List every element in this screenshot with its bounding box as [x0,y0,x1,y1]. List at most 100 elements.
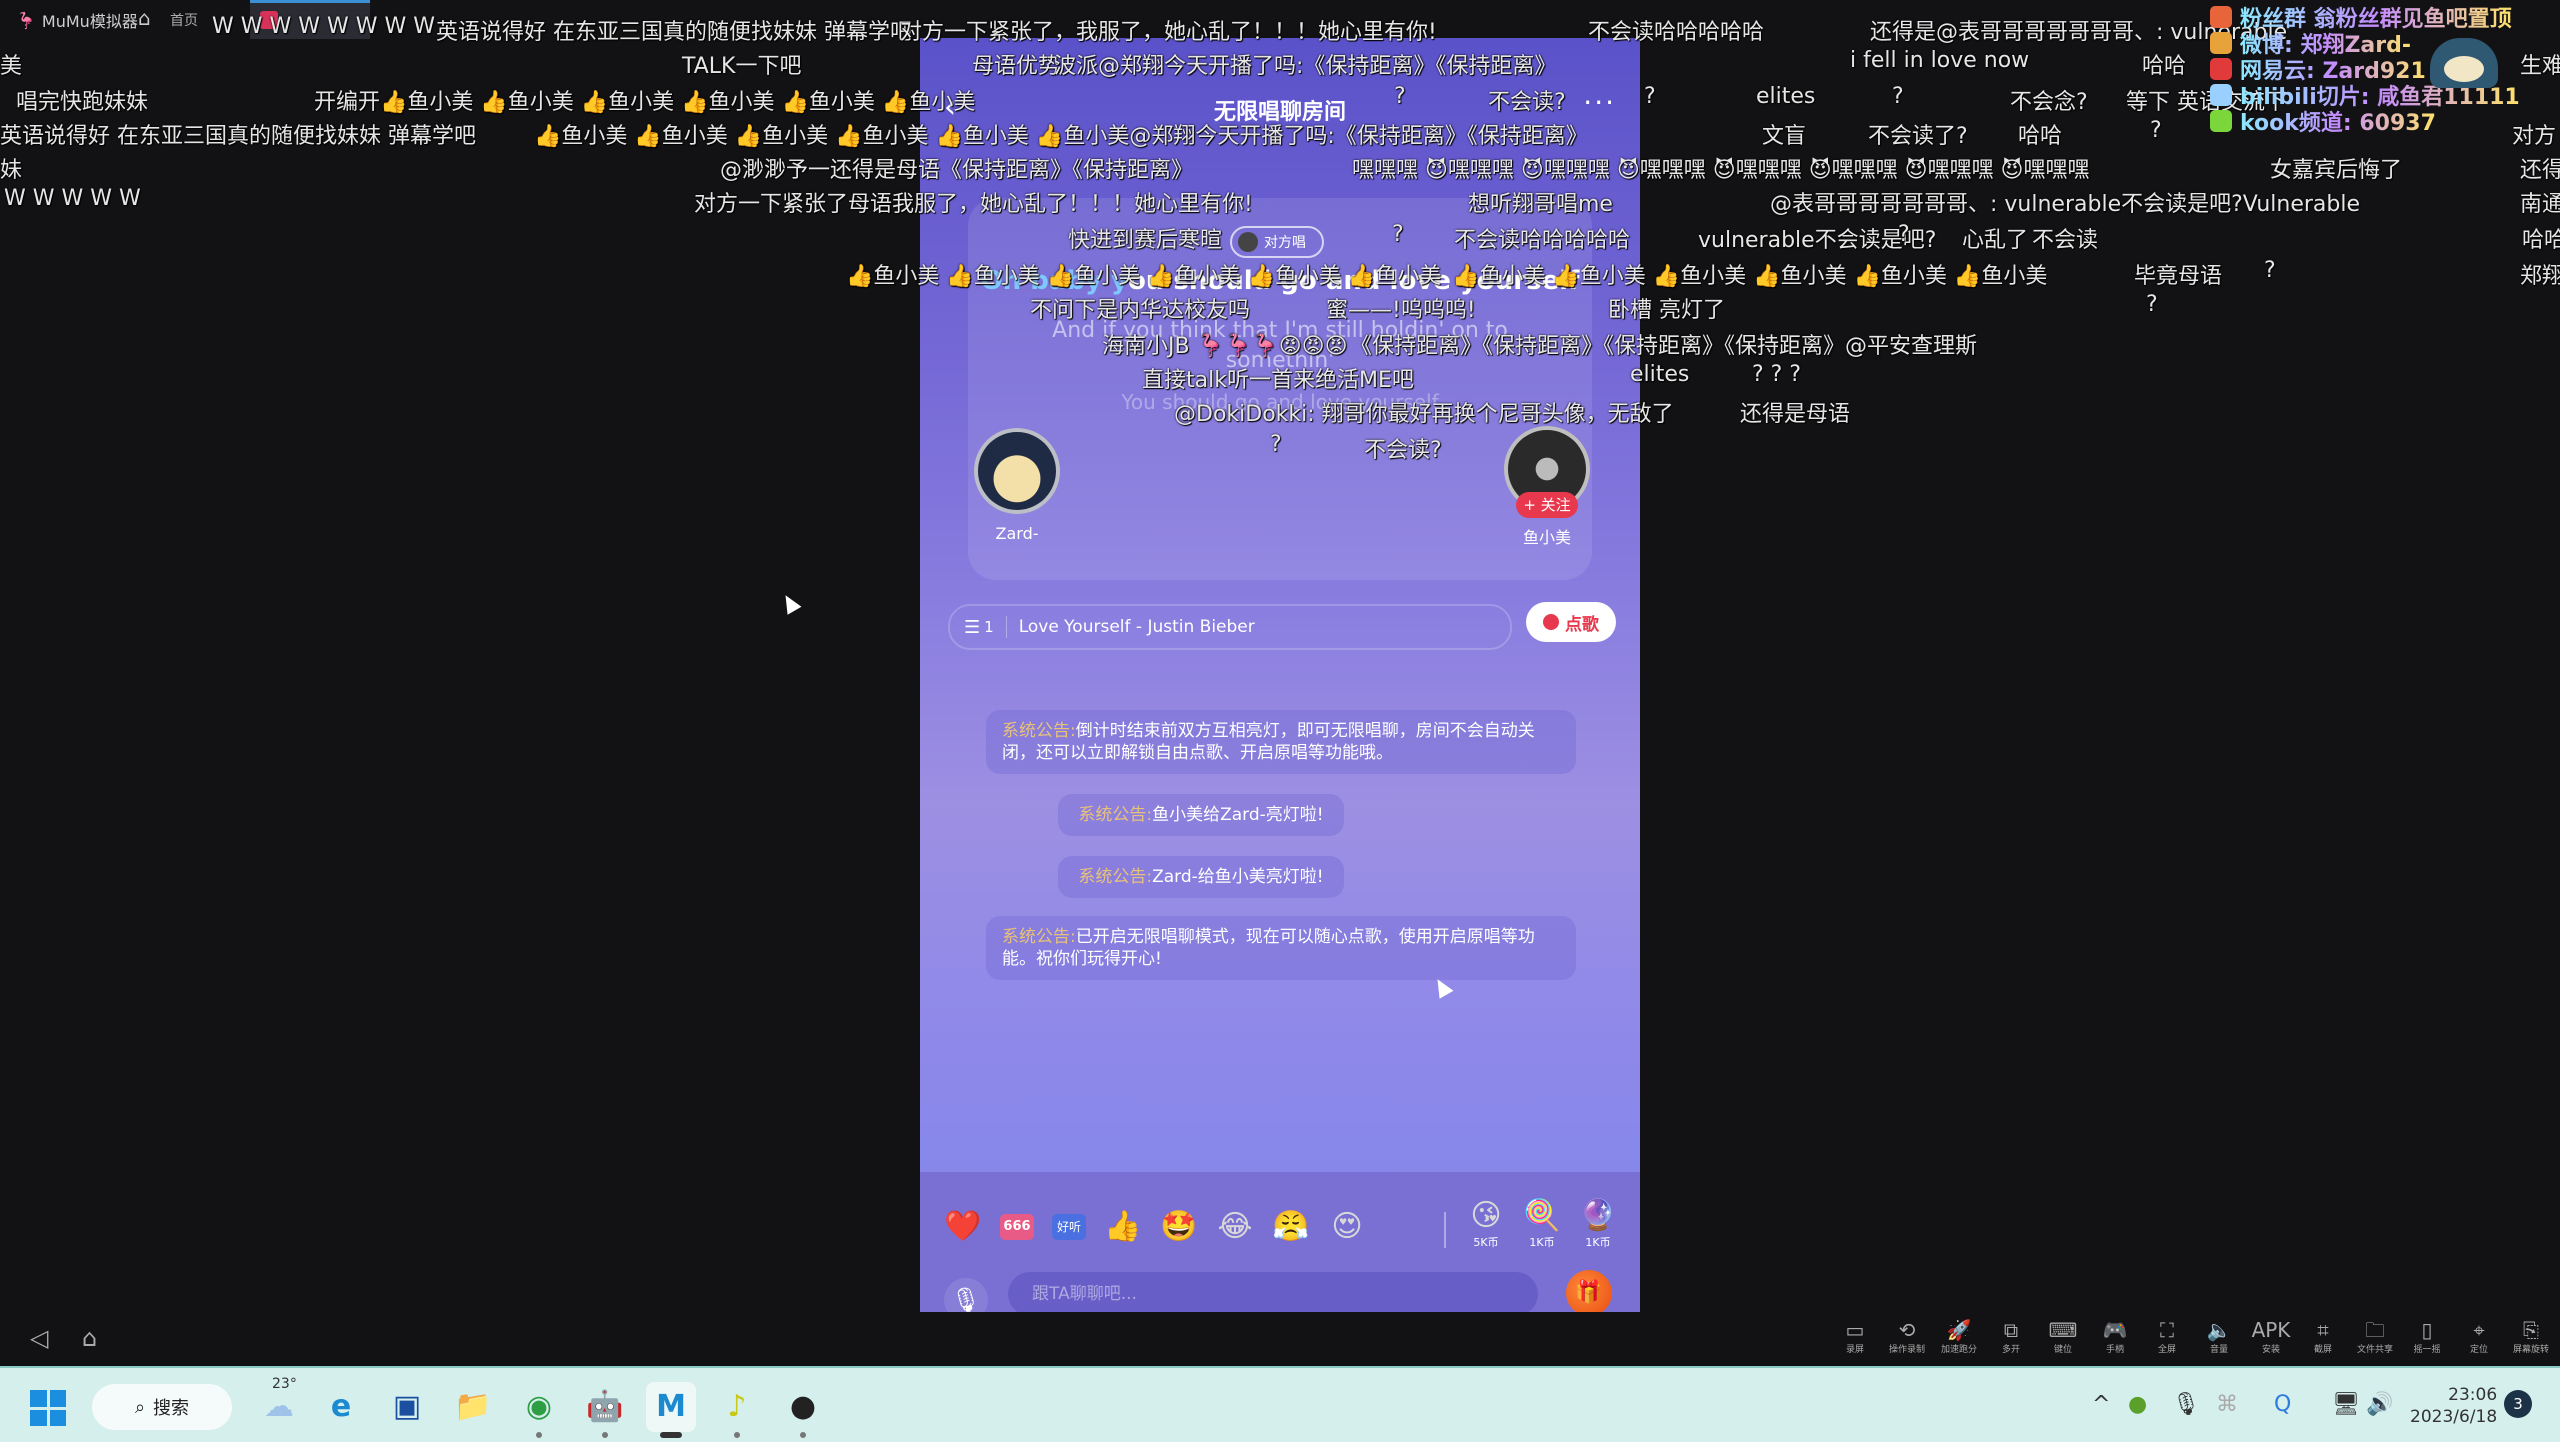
home-tab-label[interactable]: 首页 [170,10,198,30]
star-eyes-icon[interactable]: 🤩 [1160,1208,1198,1246]
toolbar-multi-button[interactable]: ⧉ 多开 [1990,1318,2032,1355]
gift-item[interactable]: 😘 5K币 [1464,1198,1508,1250]
danmaku-comment: ? [1392,222,1404,247]
clock-time: 23:06 [2448,1385,2498,1405]
emulator-toolbar: ▭ 录屏 ⟲ 操作录制 🚀 加速跑分 ⧉ 多开 ⌨ 键位 🎮 手柄 ⛶ 全屏 🔈 音量 APK 安装 ⌗ 截屏 🗀 文件共… [1834,1318,2552,1355]
shake-icon: ▯ [2421,1318,2433,1342]
gift-item[interactable]: 🔮 1K币 [1576,1198,1620,1250]
danmaku-comment: @渺渺予一还得是母语《保持距离》《保持距离》 [720,158,1194,183]
back-nav-icon[interactable]: ◁ [30,1324,48,1352]
tray-expand-chevron-icon[interactable]: ^ [2092,1392,2110,1417]
gift-item[interactable]: 🍭 1K币 [1520,1198,1564,1250]
home-icon[interactable]: ⌂ [138,6,151,30]
666-sticker-icon[interactable]: 666 [1000,1214,1034,1240]
toolbar-label: 手柄 [2105,1345,2124,1355]
system-clock[interactable]: 23:06 2023/6/18 [2410,1384,2497,1428]
danmaku-comment: 毕竟母语 [2134,264,2223,289]
toolbar-file-share-button[interactable]: 🗀 文件共享 [2354,1318,2396,1355]
file-explorer-icon[interactable]: 📁 [448,1382,498,1432]
toolbar-macro-button[interactable]: ⟲ 操作录制 [1886,1318,1928,1355]
toolbar-gamepad-button[interactable]: 🎮 手柄 [2094,1318,2136,1355]
danmaku-comment: W W W W W [4,186,141,211]
toolbar-install-apk-button[interactable]: APK 安装 [2250,1318,2292,1355]
danmaku-comment: 还得是母语 [1740,402,1851,427]
tray-app-q-icon[interactable]: Q [2274,1392,2291,1417]
danmaku-comment: 不会读 [2032,228,2099,253]
explorer-glyph: 📁 [454,1389,492,1424]
gift-price: 1K币 [1529,1236,1555,1249]
install-apk-icon: APK [2251,1318,2291,1342]
song-queue-bar[interactable]: ☰ 1 Love Yourself - Justin Bieber [948,604,1512,650]
home-nav-icon[interactable]: ⌂ [82,1324,97,1352]
group-icon [2210,6,2232,28]
windows-start-button[interactable] [30,1390,66,1426]
toolbar-speedup-button[interactable]: 🚀 加速跑分 [1938,1318,1980,1355]
weather-glyph: ☁ [264,1389,294,1424]
chat-input[interactable] [1008,1272,1538,1312]
weather-icon[interactable]: ☁ [254,1382,304,1432]
thumbs-up-icon[interactable]: 👍 [1104,1208,1142,1246]
running-indicator [602,1432,608,1438]
laugh-tears-icon[interactable]: 😂 [1216,1208,1254,1246]
microsoft-store-icon[interactable]: ▣ [382,1382,432,1432]
heart-icon[interactable]: ❤️ [944,1208,982,1246]
notice-text: 倒计时结束前双方互相亮灯，即可无限唱聊，房间不会自动关闭，还可以立即解锁自由点歌… [1002,721,1535,763]
taskbar-search[interactable]: ⌕ 搜索 [92,1384,232,1430]
danmaku-comment: i fell in love now [1850,48,2030,73]
chrome-icon[interactable]: ◉ [514,1382,564,1438]
toolbar-volume-button[interactable]: 🔈 音量 [2198,1318,2240,1355]
heart-eyes-icon[interactable]: 😍 [1328,1208,1366,1246]
tray-qq-music-icon[interactable]: ● [2128,1392,2147,1417]
info-row-kook: kook频道: 60937 [2210,108,2550,136]
tray-network-icon[interactable]: 🖥 [2332,1392,2360,1417]
voice-input-button[interactable]: 🎙 [944,1278,988,1312]
frustrated-face-icon[interactable]: 😤 [1272,1208,1310,1246]
toolbar-shake-button[interactable]: ▯ 摇一摇 [2406,1318,2448,1355]
tray-microphone-icon[interactable]: 🎙 [2172,1392,2200,1417]
left-singer-name: Zard- [995,524,1039,543]
danmaku-comment: ? [2146,292,2158,317]
mumu-icon[interactable]: M [646,1382,696,1438]
order-song-button[interactable]: 点歌 [1526,602,1616,642]
mumu-glyph: M [656,1389,686,1424]
danmaku-comment: 不会读? [1364,438,1442,463]
emulator-nav: ◁ ⌂ [0,1324,200,1358]
divider [1444,1212,1446,1248]
android-emulator-icon[interactable]: 🤖 [580,1382,630,1438]
crystal-ball-gift-icon: 🔮 [1579,1198,1617,1233]
notification-badge[interactable]: 3 [2504,1390,2532,1418]
good-listen-sticker-icon[interactable]: 好听 [1052,1214,1086,1240]
toolbar-keymap-button[interactable]: ⌨ 键位 [2042,1318,2084,1355]
toolbar-label: 文件共享 [2356,1345,2393,1355]
fullscreen-icon: ⛶ [2160,1318,2174,1342]
danmaku-comment: 👍鱼小美 👍鱼小美 👍鱼小美 👍鱼小美 👍鱼小美 👍鱼小美 [1452,264,2048,289]
danmaku-comment: 对方一下紧张了，我服了，她心乱了！！！她心里有你! [900,20,1437,45]
danmaku-comment: 英语说得好 在东亚三国真的随便找妹妹 弹幕学吧 [436,20,912,45]
danmaku-comment: @表哥哥哥哥哥哥哥、: vulnerable不会读是吧?Vulnerable [1770,192,2361,217]
qq-music-icon[interactable]: ♪ [712,1382,762,1438]
gift-button[interactable]: 🎁 [1566,1270,1612,1312]
tray-volume-icon[interactable]: 🔊 [2366,1392,2393,1417]
queue-count: 1 [984,618,994,636]
system-notice: 系统公告:已开启无限唱聊模式，现在可以随心点歌，使用开启原唱等功能。祝你们玩得开… [986,916,1576,980]
keymap-icon: ⌨ [2048,1318,2078,1342]
gift-price: 5K币 [1473,1236,1499,1249]
danmaku-comment: 不会读? [1488,90,1566,115]
edge-browser-icon[interactable]: e [316,1382,366,1432]
more-options-button[interactable]: ··· [1583,86,1616,119]
left-singer-avatar[interactable] [974,428,1060,514]
toolbar-rotate-button[interactable]: ⎘ 屏幕旋转 [2510,1318,2552,1355]
danmaku-comment: 蜜——!呜呜呜! [1326,298,1476,323]
danmaku-comment: 妹 [0,158,23,183]
danmaku-comment: 郑翔 [2520,264,2560,289]
notice-tag: 系统公告: [1078,805,1153,825]
toolbar-screenshot-button[interactable]: ⌗ 截屏 [2302,1318,2344,1355]
danmaku-comment: 👍鱼小美 👍鱼小美 👍鱼小美 👍鱼小美 👍鱼小美 👍鱼小美@郑翔今天开播了吗:《… [534,124,1588,149]
toolbar-location-button[interactable]: ⌖ 定位 [2458,1318,2500,1355]
toolbar-fullscreen-button[interactable]: ⛶ 全屏 [2146,1318,2188,1355]
follow-button[interactable]: + 关注 [1516,492,1578,518]
obs-icon[interactable]: ● [778,1382,828,1438]
clock-date: 2023/6/18 [2410,1407,2498,1427]
toolbar-record-button[interactable]: ▭ 录屏 [1834,1318,1876,1355]
tray-ime-icon[interactable]: ⌘ [2216,1392,2238,1417]
